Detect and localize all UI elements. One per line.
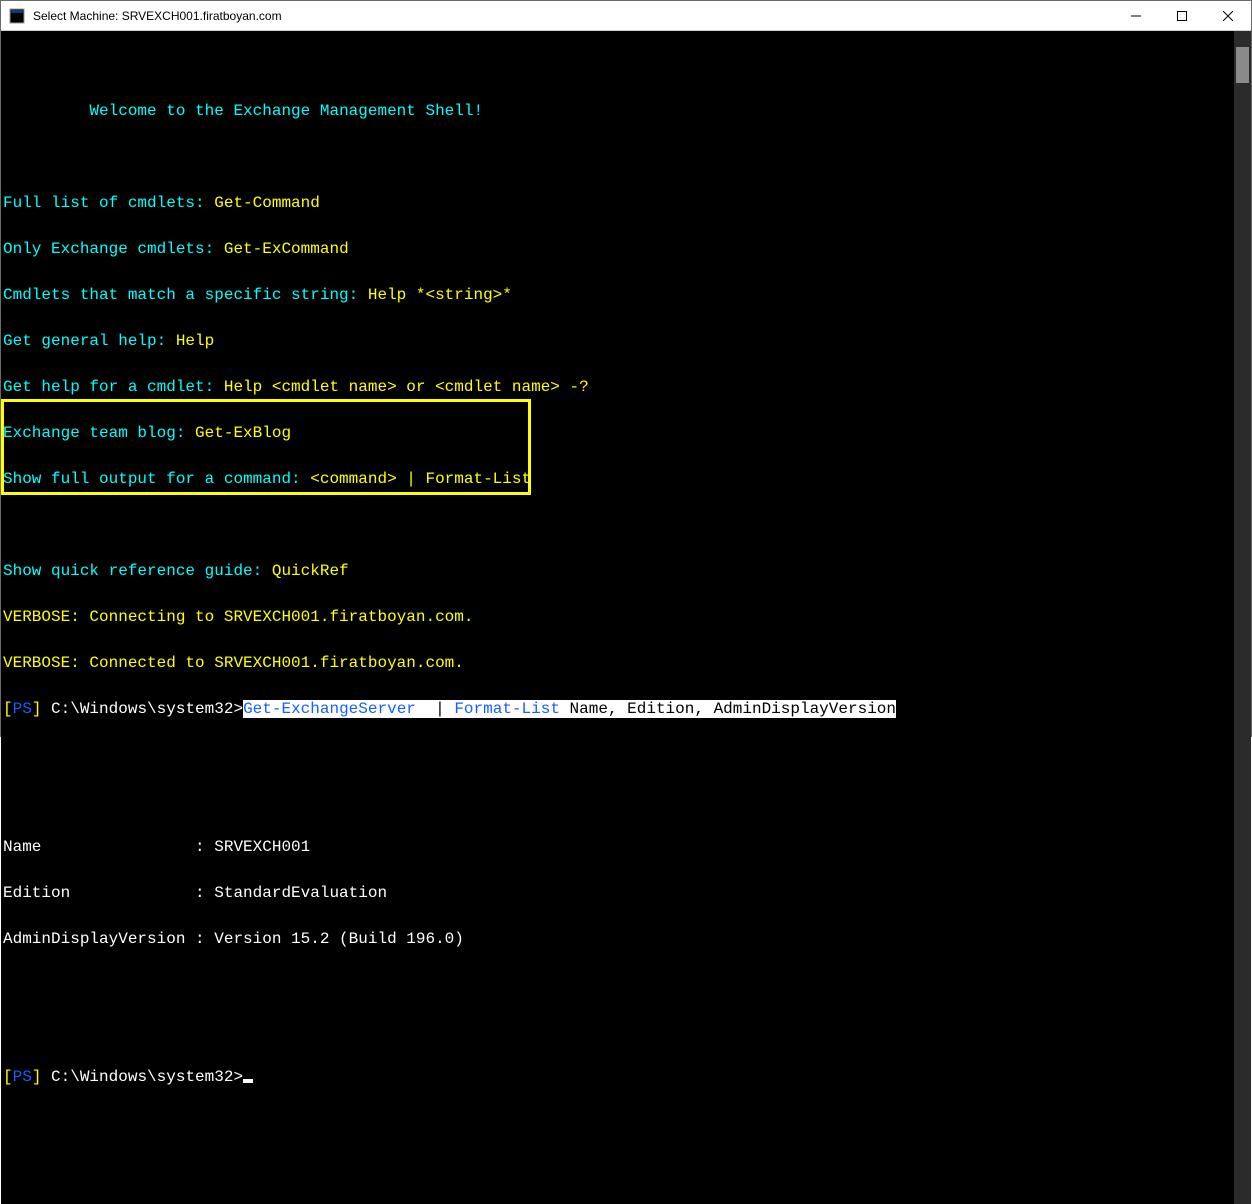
help-line1-label: Full list of cmdlets:: [3, 194, 214, 212]
help-line7-cmd: <command> | Format-List: [310, 470, 531, 488]
help-line4-cmd: Help: [176, 332, 214, 350]
vertical-scrollbar[interactable]: [1234, 31, 1251, 1204]
help-line8-label: Show quick reference guide:: [3, 562, 272, 580]
help-line5-label: Get help for a cmdlet:: [3, 378, 224, 396]
verbose-connected: VERBOSE: Connected to SRVEXCH001.firatbo…: [3, 654, 464, 672]
help-line5-cmd: Help <cmdlet name> or <cmdlet name> -?: [224, 378, 589, 396]
app-icon: [9, 8, 25, 24]
scrollbar-thumb[interactable]: [1236, 47, 1249, 83]
help-line1-cmd: Get-Command: [214, 194, 320, 212]
terminal-area: Welcome to the Exchange Management Shell…: [1, 31, 1251, 1204]
welcome-text: Welcome to the Exchange Management Shell…: [89, 102, 483, 120]
welcome-indent: [3, 102, 89, 120]
prompt2-path: C:\Windows\system32>: [41, 1068, 243, 1086]
help-line6-label: Exchange team blog:: [3, 424, 195, 442]
prompt1-args: Name, Edition, AdminDisplayVersion: [560, 700, 896, 718]
prompt2-close: ]: [32, 1068, 42, 1086]
prompt1-ps: PS: [13, 700, 32, 718]
prompt1-path: C:\Windows\system32>: [41, 700, 243, 718]
output-adv-value: Version 15.2 (Build 196.0): [214, 930, 464, 948]
output-edition-label: Edition :: [3, 884, 214, 902]
cursor-icon: [243, 1079, 253, 1083]
help-line8-cmd: QuickRef: [272, 562, 349, 580]
help-line3-label: Cmdlets that match a specific string:: [3, 286, 368, 304]
help-line3-cmd: Help *<string>*: [368, 286, 512, 304]
window-title: Select Machine: SRVEXCH001.firatboyan.co…: [33, 9, 282, 23]
help-line6-cmd: Get-ExBlog: [195, 424, 291, 442]
help-line4-label: Get general help:: [3, 332, 176, 350]
prompt2-ps: PS: [13, 1068, 32, 1086]
window-frame: Select Machine: SRVEXCH001.firatboyan.co…: [0, 0, 1252, 737]
prompt2-open: [: [3, 1068, 13, 1086]
help-line2-cmd: Get-ExCommand: [224, 240, 349, 258]
terminal[interactable]: Welcome to the Exchange Management Shell…: [1, 31, 1234, 1204]
verbose-connecting: VERBOSE: Connecting to SRVEXCH001.firatb…: [3, 608, 473, 626]
output-edition-value: StandardEvaluation: [214, 884, 387, 902]
prompt1-pipe: |: [426, 700, 455, 718]
help-line7-label: Show full output for a command:: [3, 470, 310, 488]
help-line2-label: Only Exchange cmdlets:: [3, 240, 224, 258]
output-name-label: Name :: [3, 838, 214, 856]
prompt1-cmd1: Get-ExchangeServer: [243, 700, 425, 718]
output-adv-label: AdminDisplayVersion :: [3, 930, 214, 948]
prompt1-open: [: [3, 700, 13, 718]
prompt1-close: ]: [32, 700, 42, 718]
titlebar[interactable]: Select Machine: SRVEXCH001.firatboyan.co…: [1, 1, 1251, 31]
prompt1-cmd2: Format-List: [454, 700, 560, 718]
output-name-value: SRVEXCH001: [214, 838, 310, 856]
close-button[interactable]: [1205, 1, 1251, 31]
maximize-button[interactable]: [1159, 1, 1205, 31]
minimize-button[interactable]: [1113, 1, 1159, 31]
